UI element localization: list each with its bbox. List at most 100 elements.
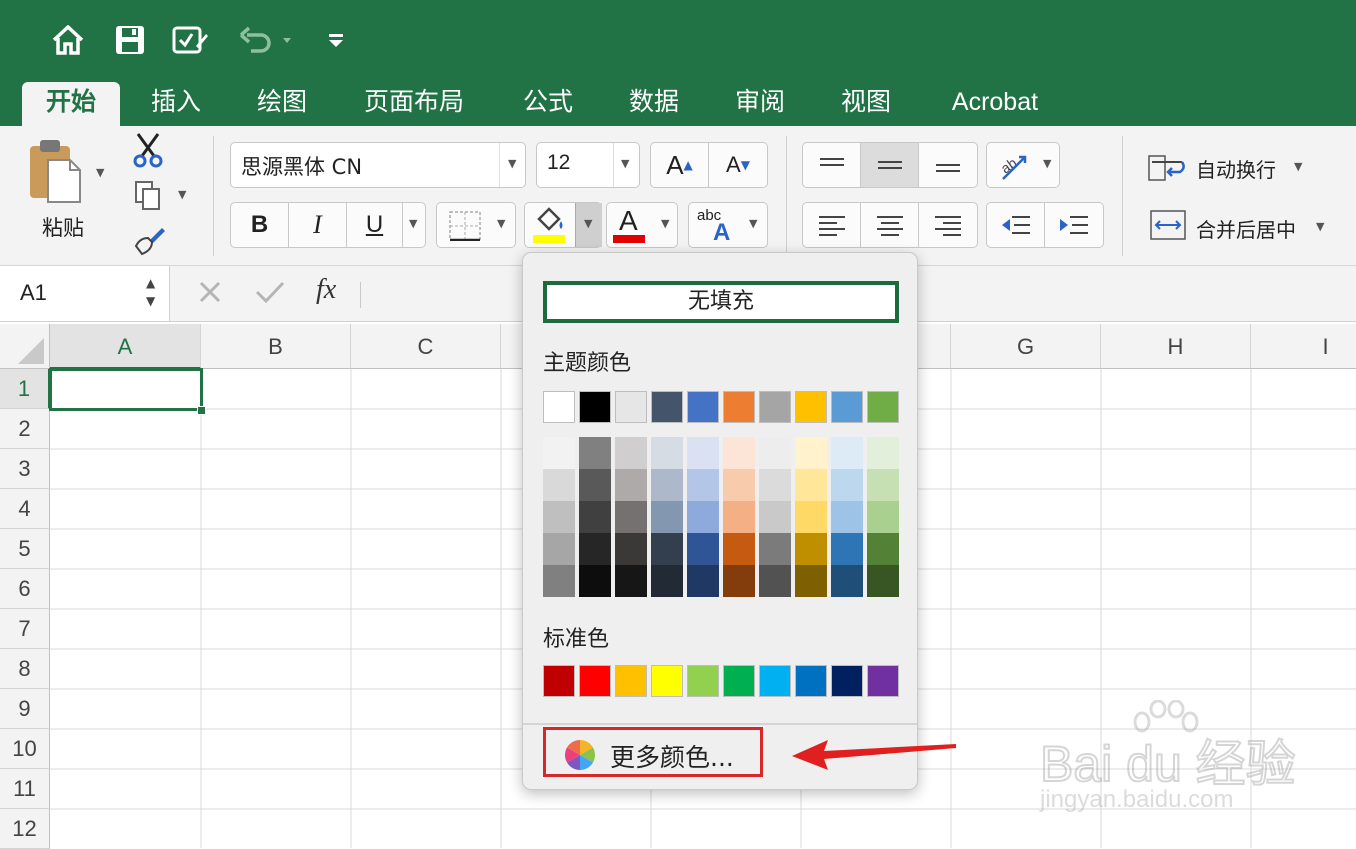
theme-shade-swatch[interactable]	[831, 469, 863, 501]
theme-shade-swatch[interactable]	[579, 565, 611, 597]
theme-shade-swatch[interactable]	[795, 533, 827, 565]
bold-button[interactable]: B	[231, 203, 289, 247]
row-header[interactable]: 11	[0, 769, 50, 809]
tab-data[interactable]: 数据	[614, 82, 694, 126]
theme-color-swatch[interactable]	[723, 391, 755, 423]
column-header[interactable]: A	[50, 324, 201, 369]
insert-function-button[interactable]: fx	[316, 274, 336, 306]
theme-shade-swatch[interactable]	[687, 469, 719, 501]
theme-shade-swatch[interactable]	[867, 501, 899, 533]
align-right-button[interactable]	[919, 203, 977, 247]
merge-center-button[interactable]: 合并后居中	[1196, 214, 1296, 243]
theme-shade-swatch[interactable]	[795, 437, 827, 469]
shrink-font-button[interactable]: A ▼	[709, 143, 767, 187]
tab-acrobat[interactable]: Acrobat	[936, 82, 1054, 126]
text-effects-button[interactable]: abc A ▼	[688, 202, 768, 248]
paste-dropdown-icon[interactable]: ▼	[96, 166, 104, 179]
theme-color-swatch[interactable]	[651, 391, 683, 423]
row-header[interactable]: 8	[0, 649, 50, 689]
standard-color-swatch[interactable]	[723, 665, 755, 697]
row-header[interactable]: 2	[0, 409, 50, 449]
underline-dropdown-icon[interactable]: ▼	[409, 217, 417, 230]
wrap-text-button[interactable]: 自动换行	[1196, 154, 1276, 183]
cancel-icon[interactable]	[196, 278, 224, 310]
theme-shade-swatch[interactable]	[723, 565, 755, 597]
column-header[interactable]: I	[1251, 324, 1356, 369]
align-left-button[interactable]	[803, 203, 861, 247]
tab-draw[interactable]: 绘图	[242, 82, 322, 126]
theme-shade-swatch[interactable]	[651, 469, 683, 501]
theme-shade-swatch[interactable]	[759, 501, 791, 533]
customize-icon[interactable]	[318, 22, 354, 58]
theme-shade-swatch[interactable]	[831, 533, 863, 565]
theme-shade-swatch[interactable]	[615, 533, 647, 565]
standard-color-swatch[interactable]	[543, 665, 575, 697]
font-size-select[interactable]: 12 ▼	[536, 142, 640, 188]
theme-shade-swatch[interactable]	[615, 469, 647, 501]
name-box-stepper-icon[interactable]: ▲ ▼	[146, 274, 155, 310]
theme-shade-swatch[interactable]	[651, 565, 683, 597]
standard-color-swatch[interactable]	[579, 665, 611, 697]
tab-insert[interactable]: 插入	[136, 82, 216, 126]
tab-page-layout[interactable]: 页面布局	[352, 82, 476, 126]
fill-handle[interactable]	[197, 406, 206, 415]
row-header[interactable]: 1	[0, 369, 50, 409]
theme-shade-swatch[interactable]	[867, 469, 899, 501]
theme-color-swatch[interactable]	[831, 391, 863, 423]
standard-color-swatch[interactable]	[867, 665, 899, 697]
theme-shade-swatch[interactable]	[687, 565, 719, 597]
column-header[interactable]: H	[1101, 324, 1251, 369]
theme-shade-swatch[interactable]	[831, 565, 863, 597]
column-header[interactable]: G	[951, 324, 1101, 369]
theme-color-swatch[interactable]	[795, 391, 827, 423]
orientation-button[interactable]: ab ▼	[986, 142, 1060, 188]
theme-shade-swatch[interactable]	[579, 437, 611, 469]
enter-icon[interactable]	[254, 278, 286, 310]
theme-color-swatch[interactable]	[759, 391, 791, 423]
row-header[interactable]: 4	[0, 489, 50, 529]
theme-shade-swatch[interactable]	[687, 501, 719, 533]
theme-color-swatch[interactable]	[687, 391, 719, 423]
theme-shade-swatch[interactable]	[759, 469, 791, 501]
column-header[interactable]: B	[201, 324, 351, 369]
standard-color-swatch[interactable]	[795, 665, 827, 697]
paste-icon[interactable]	[26, 136, 86, 206]
font-color-button[interactable]: A ▼	[606, 202, 678, 248]
name-box[interactable]: A1 ▲ ▼	[0, 266, 170, 321]
theme-shade-swatch[interactable]	[831, 437, 863, 469]
theme-shade-swatch[interactable]	[579, 533, 611, 565]
theme-shade-swatch[interactable]	[615, 565, 647, 597]
home-icon[interactable]	[50, 22, 86, 58]
align-center-button[interactable]	[861, 203, 919, 247]
align-top-button[interactable]	[803, 143, 861, 187]
theme-shade-swatch[interactable]	[615, 501, 647, 533]
theme-color-swatch[interactable]	[867, 391, 899, 423]
tab-view[interactable]: 视图	[826, 82, 906, 126]
theme-color-swatch[interactable]	[543, 391, 575, 423]
theme-shade-swatch[interactable]	[579, 501, 611, 533]
fill-color-dropdown[interactable]: ▼	[575, 203, 602, 247]
theme-shade-swatch[interactable]	[543, 437, 575, 469]
theme-shade-swatch[interactable]	[867, 533, 899, 565]
italic-button[interactable]: I	[289, 203, 347, 247]
grow-font-button[interactable]: A ▲	[651, 143, 709, 187]
copy-icon[interactable]	[134, 180, 162, 216]
theme-color-swatch[interactable]	[615, 391, 647, 423]
copy-dropdown-icon[interactable]: ▼	[178, 188, 186, 201]
theme-shade-swatch[interactable]	[723, 533, 755, 565]
standard-color-swatch[interactable]	[615, 665, 647, 697]
theme-shade-swatch[interactable]	[759, 565, 791, 597]
decrease-indent-button[interactable]	[987, 203, 1045, 247]
tab-formulas[interactable]: 公式	[508, 82, 588, 126]
fill-color-button[interactable]: ▼	[524, 202, 602, 248]
increase-indent-button[interactable]	[1045, 203, 1103, 247]
standard-color-swatch[interactable]	[831, 665, 863, 697]
theme-shade-swatch[interactable]	[543, 565, 575, 597]
row-header[interactable]: 6	[0, 569, 50, 609]
theme-shade-swatch[interactable]	[723, 437, 755, 469]
row-header[interactable]: 9	[0, 689, 50, 729]
theme-shade-swatch[interactable]	[759, 533, 791, 565]
theme-shade-swatch[interactable]	[759, 437, 791, 469]
theme-shade-swatch[interactable]	[723, 469, 755, 501]
underline-button[interactable]: U	[347, 203, 403, 247]
